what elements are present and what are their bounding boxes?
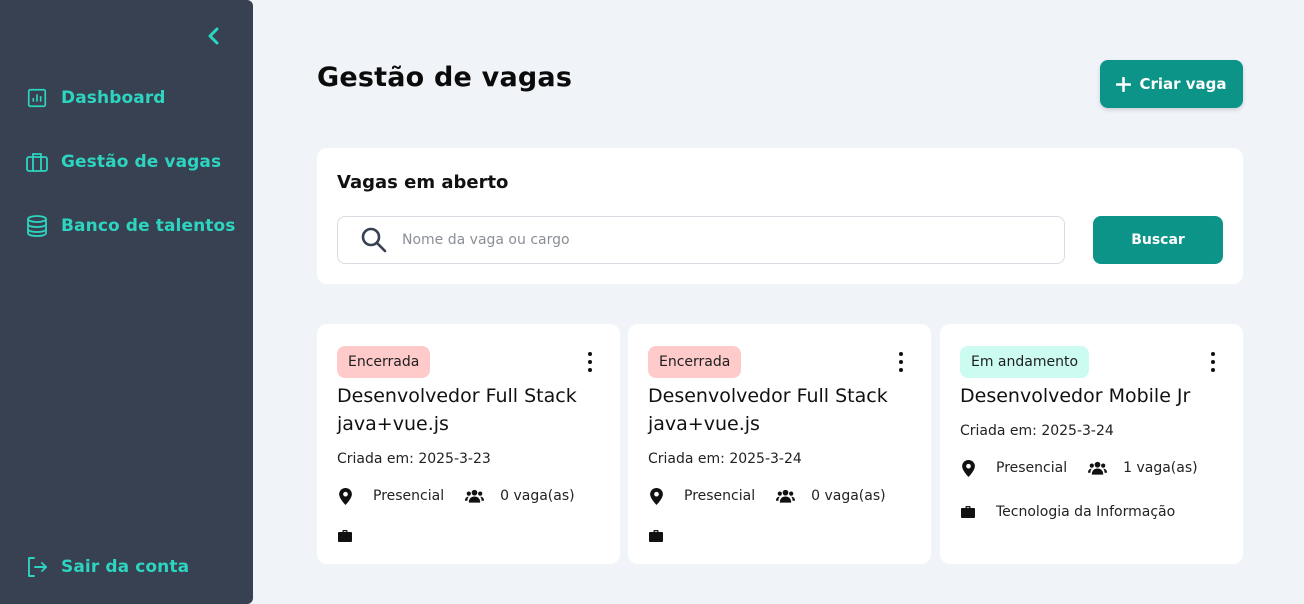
briefcase-icon bbox=[648, 527, 664, 545]
search-input[interactable] bbox=[402, 232, 1002, 248]
more-options-icon[interactable] bbox=[586, 352, 594, 372]
more-options-icon[interactable] bbox=[1209, 352, 1217, 372]
briefcase-icon bbox=[960, 503, 976, 521]
location-pin-icon bbox=[960, 459, 976, 477]
collapse-sidebar-button[interactable] bbox=[202, 24, 226, 48]
openings-count: 0 vaga(as) bbox=[811, 488, 886, 504]
department: Tecnologia da Informação bbox=[996, 504, 1176, 520]
plus-icon bbox=[1116, 76, 1132, 92]
job-title: Desenvolvedor Full Stack java+vue.js bbox=[648, 385, 888, 435]
status-badge: Encerrada bbox=[337, 346, 431, 378]
job-department-row: Tecnologia da Informação bbox=[960, 502, 1175, 522]
created-date: Criada em: 2025-3-24 bbox=[960, 423, 1114, 439]
created-date: Criada em: 2025-3-24 bbox=[648, 451, 802, 467]
work-mode: Presencial bbox=[996, 460, 1068, 476]
status-badge: Encerrada bbox=[648, 346, 742, 378]
logout-icon bbox=[25, 555, 49, 579]
openings-count: 1 vaga(as) bbox=[1123, 460, 1198, 476]
chevron-left-icon bbox=[208, 27, 219, 45]
job-department-row bbox=[648, 526, 684, 546]
create-job-label: Criar vaga bbox=[1139, 75, 1227, 93]
location-pin-icon bbox=[648, 487, 664, 505]
sidebar-item-label: Gestão de vagas bbox=[61, 152, 222, 172]
users-icon bbox=[775, 487, 795, 505]
search-panel: Vagas em aberto Buscar bbox=[317, 148, 1243, 284]
create-job-button[interactable]: Criar vaga bbox=[1100, 60, 1243, 108]
location-pin-icon bbox=[337, 487, 353, 505]
job-card[interactable]: Encerrada Desenvolvedor Full Stack java+… bbox=[317, 324, 620, 564]
sidebar-item-banco-de-talentos[interactable]: Banco de talentos bbox=[25, 212, 236, 240]
chart-icon bbox=[25, 86, 49, 110]
search-field bbox=[337, 216, 1065, 264]
search-button[interactable]: Buscar bbox=[1093, 216, 1223, 264]
job-meta-row: Presencial 0 vaga(as) bbox=[337, 486, 575, 506]
briefcase-icon bbox=[25, 150, 49, 174]
sidebar-item-label: Banco de talentos bbox=[61, 216, 236, 236]
job-card[interactable]: Encerrada Desenvolvedor Full Stack java+… bbox=[628, 324, 931, 564]
job-department-row bbox=[337, 526, 373, 546]
work-mode: Presencial bbox=[684, 488, 756, 504]
job-meta-row: Presencial 1 vaga(as) bbox=[960, 458, 1198, 478]
more-options-icon[interactable] bbox=[897, 352, 905, 372]
search-panel-title: Vagas em aberto bbox=[337, 172, 509, 193]
logout-label: Sair da conta bbox=[61, 557, 190, 577]
logout-button[interactable]: Sair da conta bbox=[25, 553, 189, 581]
search-icon bbox=[360, 226, 388, 254]
job-title: Desenvolvedor Full Stack java+vue.js bbox=[337, 385, 577, 435]
sidebar-item-dashboard[interactable]: Dashboard bbox=[25, 84, 166, 112]
created-date: Criada em: 2025-3-23 bbox=[337, 451, 491, 467]
database-icon bbox=[25, 214, 49, 238]
status-badge: Em andamento bbox=[960, 346, 1090, 378]
job-card[interactable]: Em andamento Desenvolvedor Mobile Jr Cri… bbox=[940, 324, 1243, 564]
openings-count: 0 vaga(as) bbox=[500, 488, 575, 504]
users-icon bbox=[1087, 459, 1107, 477]
briefcase-icon bbox=[337, 527, 353, 545]
sidebar-item-gestao-de-vagas[interactable]: Gestão de vagas bbox=[25, 148, 221, 176]
users-icon bbox=[464, 487, 484, 505]
job-meta-row: Presencial 0 vaga(as) bbox=[648, 486, 886, 506]
page-title: Gestão de vagas bbox=[317, 62, 573, 93]
sidebar-item-label: Dashboard bbox=[61, 88, 166, 108]
work-mode: Presencial bbox=[373, 488, 445, 504]
job-title: Desenvolvedor Mobile Jr bbox=[960, 385, 1191, 407]
sidebar: Dashboard Gestão de vagas Banco de talen… bbox=[0, 0, 253, 604]
